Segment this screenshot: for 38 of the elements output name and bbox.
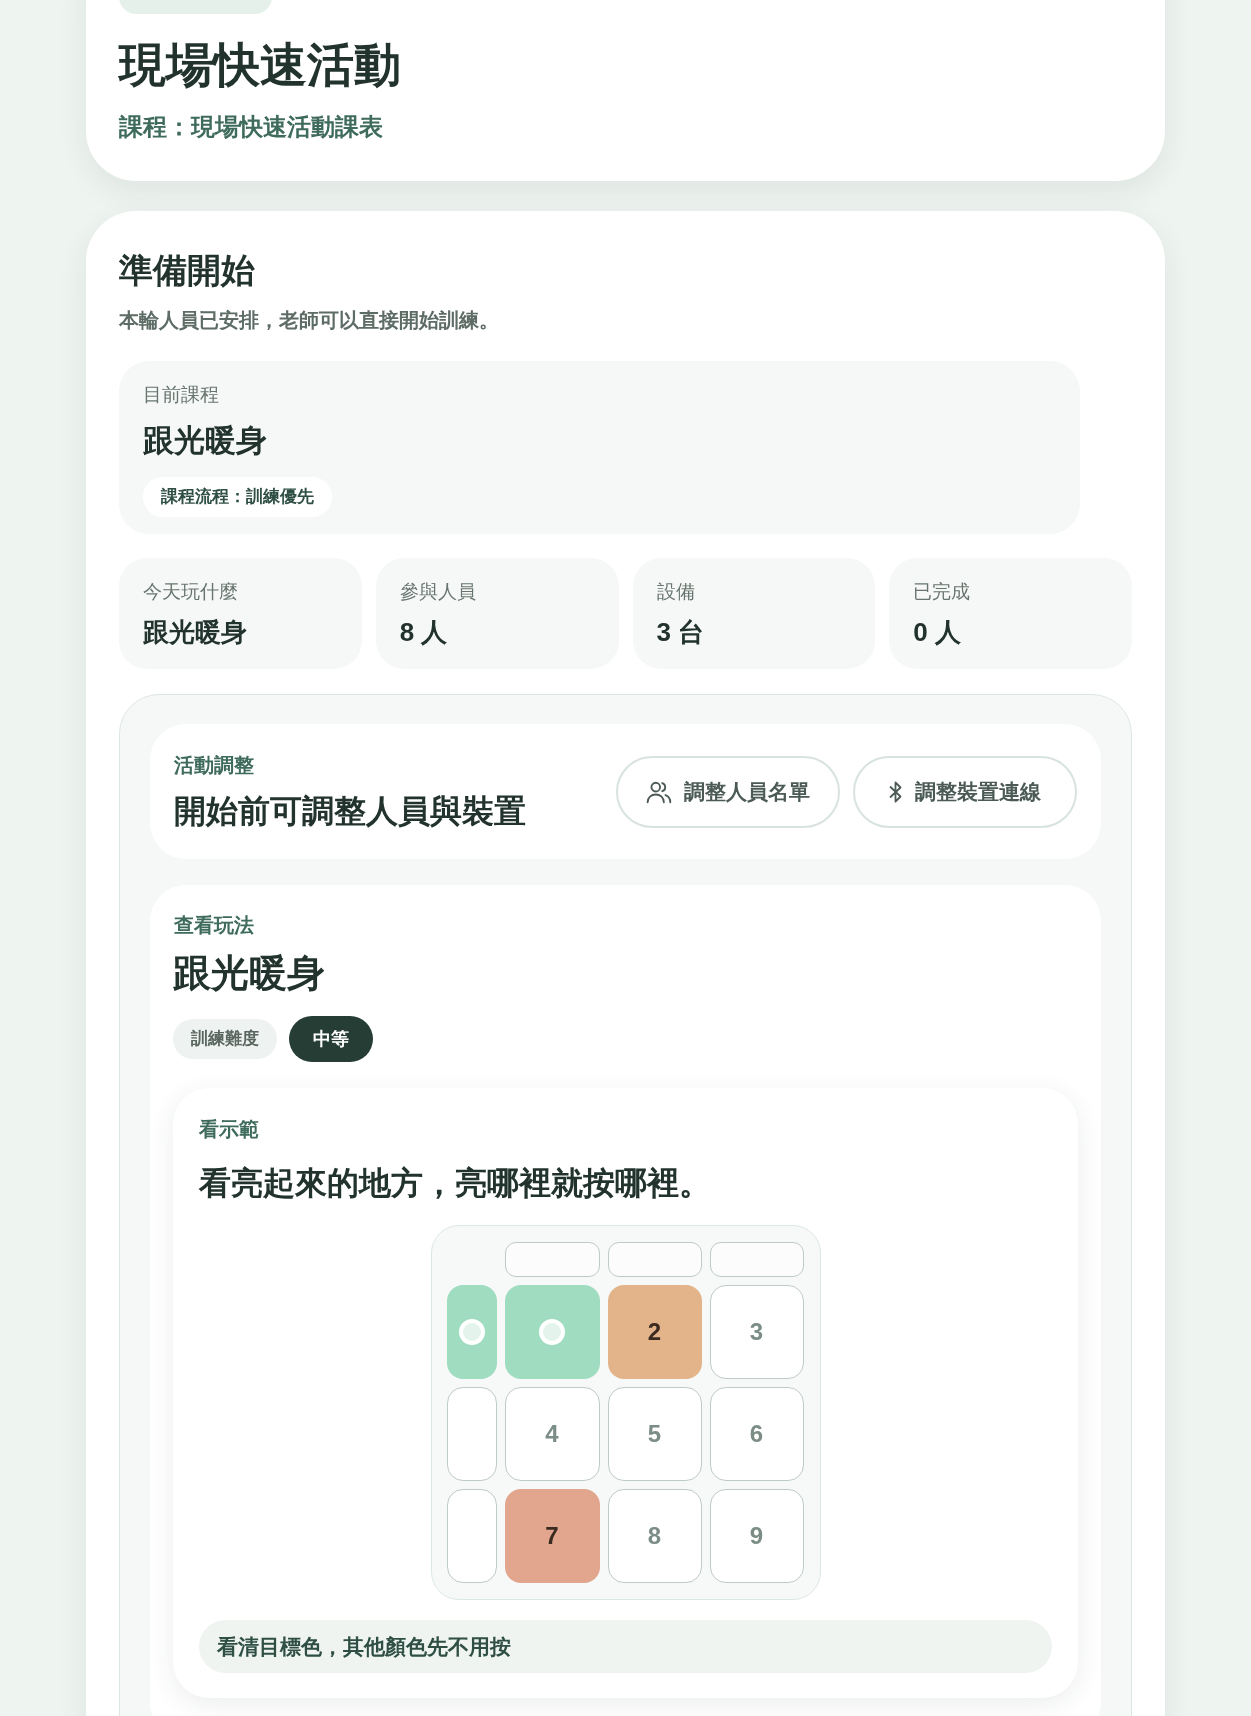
light-pad: 8 — [607, 1489, 702, 1583]
stat-value: 8 人 — [399, 616, 449, 649]
light-pad: 4 — [504, 1387, 600, 1481]
stat-label: 設備 — [656, 580, 696, 604]
stat-value: 0 人 — [913, 616, 962, 649]
section-description: 本輪人員已安排，老師可以直接開始訓練。 — [119, 308, 500, 333]
adjust-label: 活動調整 — [174, 753, 255, 778]
demo-label: 看示範 — [199, 1117, 260, 1142]
target-dot-icon — [458, 1319, 485, 1345]
light-pad: 2 — [607, 1285, 702, 1379]
gameplay-label: 查看玩法 — [173, 913, 255, 938]
light-pad: 6 — [709, 1387, 804, 1481]
difficulty-label: 訓練難度 — [173, 1019, 277, 1059]
stat-label: 參與人員 — [399, 580, 477, 604]
stat-value: 3 台 — [656, 616, 706, 649]
stat-label: 今天玩什麼 — [143, 580, 239, 604]
adjust-title: 開始前可調整人員與裝置 — [174, 792, 526, 831]
course-flow-tag: 課程流程：訓練優先 — [143, 477, 332, 517]
people-icon — [646, 780, 672, 804]
demo-instruction: 看亮起來的地方，亮哪裡就按哪裡。 — [199, 1164, 712, 1203]
adjust-roster-button[interactable]: 調整人員名單 — [616, 756, 840, 828]
light-pad: 9 — [709, 1489, 804, 1583]
section-title: 準備開始 — [119, 250, 256, 291]
current-course-name: 跟光暖身 — [143, 422, 268, 460]
tip-banner: 看清目標色，其他顏色先不用按 — [199, 1620, 1052, 1673]
light-pad: 3 — [709, 1285, 804, 1379]
difficulty-value: 中等 — [289, 1016, 373, 1062]
light-pad: 7 — [504, 1489, 600, 1583]
adjust-devices-button[interactable]: 調整裝置連線 — [853, 756, 1077, 828]
course-subtitle: 課程：現場快速活動課表 — [119, 112, 384, 142]
light-pad: 5 — [607, 1387, 702, 1481]
stat-label: 已完成 — [913, 580, 972, 604]
current-course-label: 目前課程 — [143, 383, 220, 407]
page-title: 現場快速活動 — [119, 37, 402, 93]
bluetooth-icon — [889, 780, 903, 804]
gameplay-title: 跟光暖身 — [173, 951, 326, 996]
stat-value: 跟光暖身 — [143, 616, 248, 649]
target-dot-icon — [539, 1319, 565, 1345]
